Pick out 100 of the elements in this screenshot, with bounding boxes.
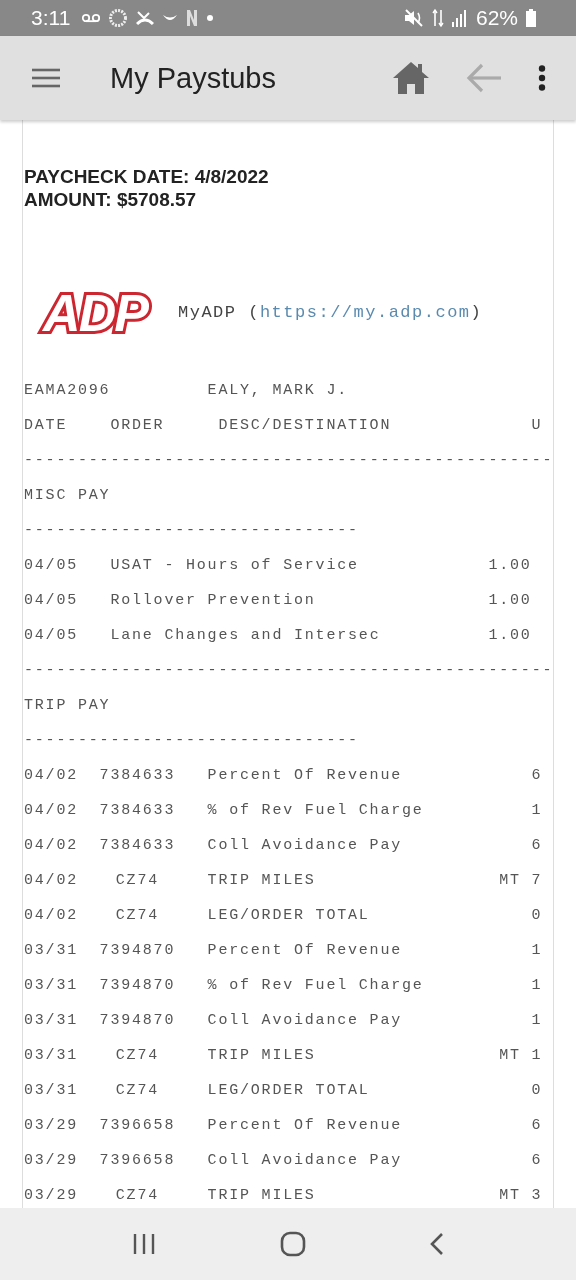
date-cell-text: 03/31 xyxy=(24,1081,79,1101)
dashed-rule: ------------------------------------------------- xyxy=(24,661,553,681)
date-cell-text: 04/05 xyxy=(24,626,79,646)
app-title: My Paystubs xyxy=(110,61,277,95)
unit-cell-text: MT xyxy=(499,1046,522,1066)
amount-cell-text: 1.00 xyxy=(488,556,532,576)
dashed-rule: ------------------------------------------------- xyxy=(24,451,553,471)
description-cell-text: Coll Avoidance Pay xyxy=(207,1011,403,1031)
section-title: TRIP PAY xyxy=(24,696,111,716)
dashed-rule: ------------------------------- xyxy=(24,521,359,541)
battery-icon xyxy=(526,9,536,27)
amount-cell-text: 1.00 xyxy=(488,626,532,646)
date-cell-text: 03/29 xyxy=(24,1186,79,1206)
date-cell-text: 04/05 xyxy=(24,556,79,576)
menu-icon[interactable] xyxy=(32,68,60,88)
description-cell-text: Percent Of Revenue xyxy=(207,941,403,961)
order-cell-text: CZ74 xyxy=(114,906,160,926)
dot-icon xyxy=(206,14,215,22)
dashed-rule: ------------------------------- xyxy=(24,731,359,751)
date-cell-text: 04/02 xyxy=(24,766,79,786)
description-cell-text: Lane Changes and Intersec xyxy=(110,626,382,646)
description-cell-text: LEG/ORDER TOTAL xyxy=(207,1081,371,1101)
date-cell-text: 04/02 xyxy=(24,801,79,821)
amount-cell-text: 1 xyxy=(531,1011,543,1031)
amount-cell-text: 1 xyxy=(531,1046,543,1066)
description-cell-text: TRIP MILES xyxy=(207,1046,317,1066)
paycheck-amount: AMOUNT: $5708.57 xyxy=(24,188,197,211)
date-cell-text: 03/29 xyxy=(24,1116,79,1136)
date-cell-text: 04/02 xyxy=(24,906,79,926)
back-button[interactable] xyxy=(430,1232,444,1256)
amount-cell-text: 7 xyxy=(531,871,543,891)
order-cell-text: 7384633 xyxy=(99,766,176,786)
column-header: DATE xyxy=(24,416,69,436)
amount-cell-text: 1 xyxy=(531,976,543,996)
battery-percent: 62% xyxy=(475,6,518,30)
adp-logo: ADP xyxy=(29,285,163,340)
amount-cell-text: 6 xyxy=(531,766,543,786)
recent-apps-button[interactable] xyxy=(132,1233,156,1255)
app-icon xyxy=(186,9,199,27)
description-cell-text: Percent Of Revenue xyxy=(207,766,403,786)
unit-cell-text: MT xyxy=(499,871,522,891)
date-cell-text: 04/05 xyxy=(24,591,79,611)
signal-icon xyxy=(451,9,468,27)
date-cell-text: 03/31 xyxy=(24,1011,79,1031)
section-title: MISC PAY xyxy=(24,486,111,506)
order-cell-text: CZ74 xyxy=(114,1186,160,1206)
date-cell-text: 04/02 xyxy=(24,836,79,856)
unit-cell-text: MT xyxy=(499,1186,522,1206)
description-cell-text: TRIP MILES xyxy=(207,1186,317,1206)
description-cell-text: USAT - Hours of Service xyxy=(110,556,360,576)
column-header: U xyxy=(531,416,543,436)
order-cell-text: CZ74 xyxy=(114,1046,160,1066)
date-cell-text: 03/29 xyxy=(24,1151,79,1171)
date-cell-text: 03/31 xyxy=(24,1046,79,1066)
data-icon xyxy=(431,8,444,28)
description-cell-text: Coll Avoidance Pay xyxy=(207,836,403,856)
home-icon[interactable] xyxy=(392,61,430,95)
amount-cell-text: 1 xyxy=(531,801,543,821)
order-cell-text: 7396658 xyxy=(99,1151,176,1171)
employee-name: EALY, MARK J. xyxy=(207,381,348,401)
amount-cell-text: 0 xyxy=(531,1081,543,1101)
description-cell-text: Coll Avoidance Pay xyxy=(207,1151,403,1171)
amount-cell-text: 1 xyxy=(531,941,543,961)
ring-icon xyxy=(108,8,129,28)
date-cell-text: 03/31 xyxy=(24,976,79,996)
description-cell-text: % of Rev Fuel Charge xyxy=(207,801,425,821)
date-cell-text: 04/02 xyxy=(24,871,79,891)
amount-cell-text: 6 xyxy=(531,1151,543,1171)
column-header: DESC/DESTINATION xyxy=(218,416,393,436)
order-cell-text: 7384633 xyxy=(99,836,176,856)
description-cell-text: TRIP MILES xyxy=(207,871,317,891)
amount-cell-text: 1.00 xyxy=(488,591,532,611)
status-time: 3:11 xyxy=(31,6,71,30)
url-link[interactable]: https://my.adp.com xyxy=(259,303,471,322)
amount-cell-text: 0 xyxy=(531,906,543,926)
missed-call-icon xyxy=(136,10,155,26)
amount-cell-text: 3 xyxy=(531,1186,543,1206)
description-cell-text: Rollover Prevention xyxy=(110,591,317,611)
more-options-icon[interactable] xyxy=(538,65,546,91)
order-cell-text: 7396658 xyxy=(99,1116,176,1136)
date-cell-text: 03/31 xyxy=(24,941,79,961)
order-cell-text: 7394870 xyxy=(99,941,176,961)
description-cell-text: Percent Of Revenue xyxy=(207,1116,403,1136)
paycheck-date: PAYCHECK DATE: 4/8/2022 xyxy=(24,165,269,188)
amount-cell-text: 6 xyxy=(531,836,543,856)
mute-icon xyxy=(403,9,424,27)
amount-cell-text: 6 xyxy=(531,1116,543,1136)
order-cell-text: 7394870 xyxy=(99,1011,176,1031)
order-cell-text: CZ74 xyxy=(114,1081,160,1101)
order-cell-text: CZ74 xyxy=(114,871,160,891)
moon-icon xyxy=(162,13,179,23)
voicemail-icon xyxy=(82,13,101,23)
employee-id: EAMA2096 xyxy=(24,381,112,401)
site-link-text: MyADP (https://my.adp.com) xyxy=(178,303,483,322)
description-cell-text: % of Rev Fuel Charge xyxy=(207,976,425,996)
order-cell-text: 7394870 xyxy=(99,976,176,996)
home-button[interactable] xyxy=(280,1231,306,1257)
order-cell-text: 7384633 xyxy=(99,801,176,821)
column-header: ORDER xyxy=(110,416,166,436)
description-cell-text: LEG/ORDER TOTAL xyxy=(207,906,371,926)
